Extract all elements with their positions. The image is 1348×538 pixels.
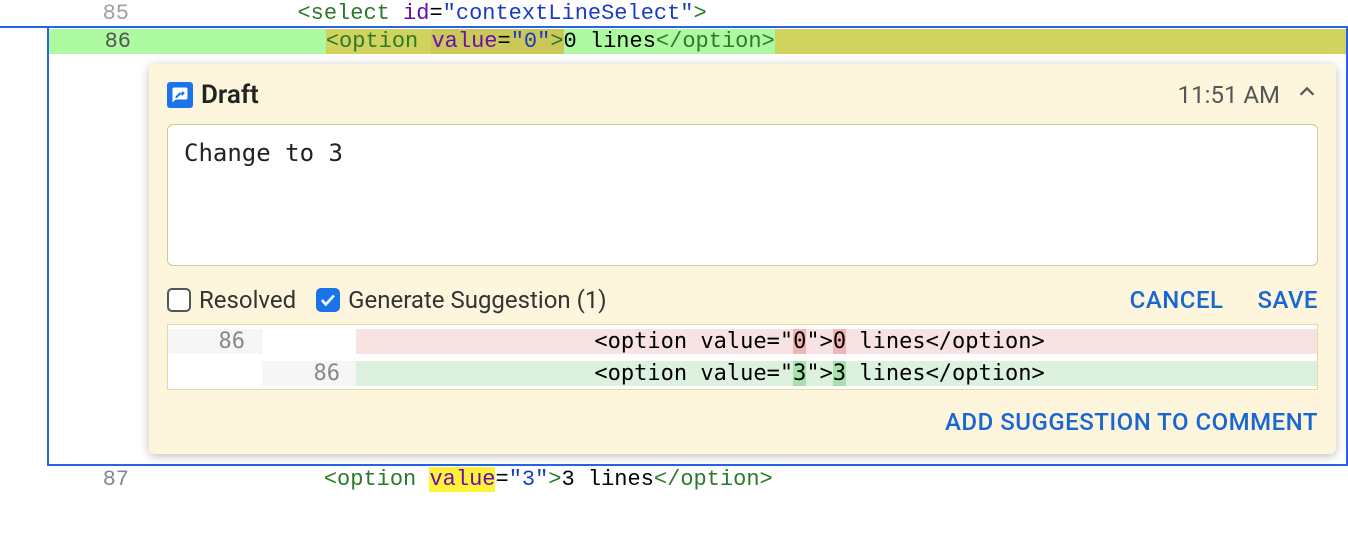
- code-line-86[interactable]: 86 <option value="0">0 lines</option>: [0, 26, 1348, 54]
- collapse-icon[interactable]: [1296, 81, 1318, 109]
- comment-card: Draft 11:51 AM Resolved: [149, 64, 1336, 454]
- generate-suggestion-checkbox[interactable]: Generate Suggestion (1): [316, 286, 607, 314]
- code-content: <select id="contextLineSelect">: [139, 1, 1348, 26]
- comment-timestamp: 11:51 AM: [1178, 81, 1280, 109]
- generate-suggestion-label: Generate Suggestion (1): [348, 286, 607, 314]
- code-line-87[interactable]: 87 <option value="3">3 lines</option>: [0, 466, 1348, 492]
- comment-controls: Resolved Generate Suggestion (1) CANCEL …: [167, 286, 1318, 314]
- line-number: 85: [47, 1, 139, 26]
- suggestion-diff: 86 <option value="0">0 lines</option> 86…: [167, 324, 1318, 390]
- draft-icon: [167, 82, 193, 108]
- diff-line-number-right: 86: [262, 361, 356, 386]
- add-suggestion-button[interactable]: ADD SUGGESTION TO COMMENT: [945, 408, 1318, 436]
- comment-container: Draft 11:51 AM Resolved: [47, 54, 1348, 466]
- blame-gutter: [0, 28, 47, 54]
- comment-header: Draft 11:51 AM: [167, 80, 1318, 110]
- diff-viewer: 85 <select id="contextLineSelect"> 86 <o…: [0, 0, 1348, 492]
- code-content: <option value="0">0 lines</option>: [141, 29, 1346, 54]
- cancel-button[interactable]: CANCEL: [1130, 286, 1224, 314]
- line-number: 87: [47, 467, 139, 492]
- save-button[interactable]: SAVE: [1257, 286, 1318, 314]
- draft-label: Draft: [201, 80, 259, 110]
- diff-content: <option value="3">3 lines</option>: [356, 361, 1317, 386]
- checkbox-checked-icon: [316, 288, 340, 312]
- comment-textarea[interactable]: [167, 124, 1318, 266]
- code-line-85[interactable]: 85 <select id="contextLineSelect">: [0, 0, 1348, 26]
- diff-row-added[interactable]: 86 <option value="3">3 lines</option>: [168, 357, 1317, 389]
- line-number: 86: [49, 29, 141, 54]
- diff-content: <option value="0">0 lines</option>: [356, 329, 1317, 354]
- checkbox-unchecked-icon: [167, 288, 191, 312]
- resolved-checkbox[interactable]: Resolved: [167, 286, 296, 314]
- resolved-label: Resolved: [199, 286, 296, 314]
- diff-row-removed[interactable]: 86 <option value="0">0 lines</option>: [168, 325, 1317, 357]
- diff-line-number-left: 86: [168, 329, 262, 354]
- code-content: <option value="3">3 lines</option>: [139, 467, 1348, 492]
